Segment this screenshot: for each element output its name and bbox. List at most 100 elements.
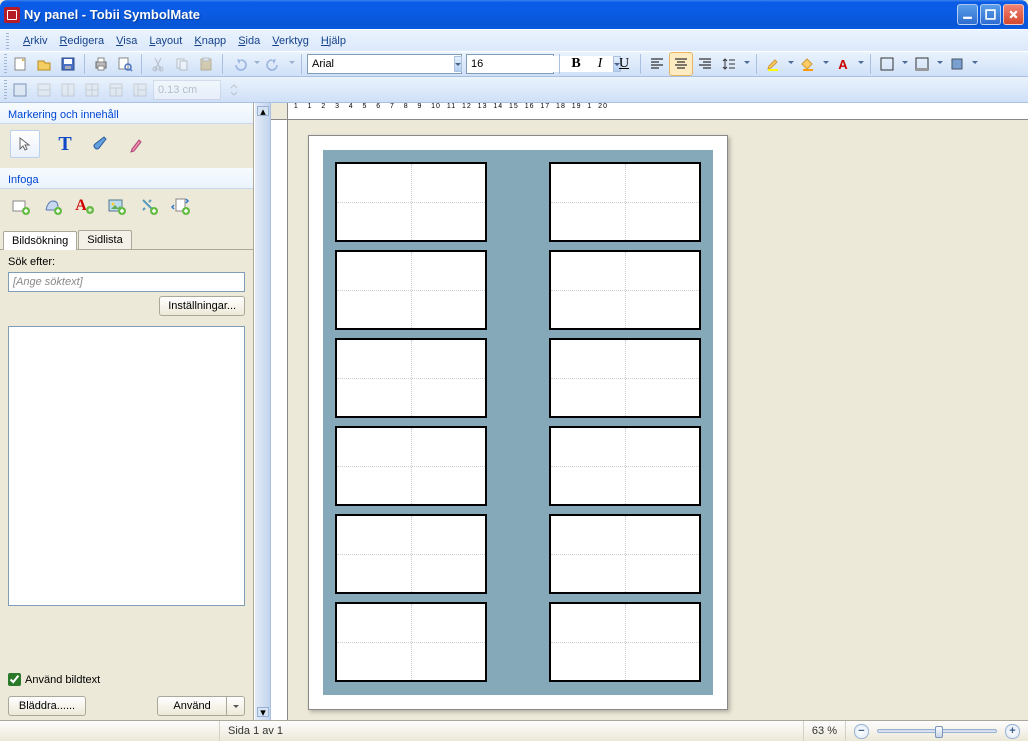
minimize-button[interactable] (957, 4, 978, 25)
line-spacing-dropdown[interactable] (742, 61, 751, 67)
tab-sidlista[interactable]: Sidlista (78, 230, 131, 249)
eyedropper-tool[interactable] (126, 133, 148, 155)
align-right-button[interactable] (694, 53, 716, 75)
menu-hjalp[interactable]: Hjälp (321, 35, 346, 47)
vertical-ruler[interactable] (271, 120, 288, 720)
apply-dropdown[interactable] (227, 696, 245, 716)
cell[interactable] (335, 338, 487, 418)
grid-one-row-button[interactable] (33, 79, 55, 101)
insert-image-tool[interactable] (106, 195, 128, 217)
insert-page-tool[interactable] (170, 195, 192, 217)
print-button[interactable] (90, 53, 112, 75)
menu-arkiv[interactable]: Arkiv (23, 35, 47, 47)
menu-layout[interactable]: Layout (149, 35, 182, 47)
search-input[interactable]: [Ange söktext] (8, 272, 245, 292)
cell[interactable] (549, 602, 701, 682)
tab-bildsokning[interactable]: Bildsökning (3, 231, 77, 250)
redo-button[interactable] (263, 53, 285, 75)
cell[interactable] (549, 426, 701, 506)
shape-fill-button[interactable] (946, 53, 968, 75)
cell[interactable] (549, 250, 701, 330)
menu-sida[interactable]: Sida (238, 35, 260, 47)
align-center-button[interactable] (670, 53, 692, 75)
text-tool[interactable]: T (54, 133, 76, 155)
grid-mixed-button[interactable] (105, 79, 127, 101)
highlight-button[interactable] (762, 53, 784, 75)
toolbar-grip[interactable] (4, 54, 7, 74)
redo-dropdown[interactable] (287, 61, 296, 67)
insert-shape-tool[interactable] (42, 195, 64, 217)
zoom-out-button[interactable]: − (854, 724, 869, 739)
border-button[interactable] (876, 53, 898, 75)
zoom-in-button[interactable]: + (1005, 724, 1020, 739)
menu-visa[interactable]: Visa (116, 35, 137, 47)
insert-link-tool[interactable] (138, 195, 160, 217)
search-results-box[interactable] (8, 326, 245, 606)
select-tool[interactable] (10, 130, 40, 158)
cell[interactable] (335, 426, 487, 506)
maximize-button[interactable] (980, 4, 1001, 25)
cell[interactable] (549, 338, 701, 418)
apply-split-button[interactable]: Använd (157, 696, 245, 716)
collapse-up-icon[interactable]: ▴ (257, 106, 269, 116)
cell[interactable] (335, 602, 487, 682)
line-spacing-button[interactable] (718, 53, 740, 75)
new-button[interactable] (9, 53, 31, 75)
grid-one-col-button[interactable] (57, 79, 79, 101)
grid-cross-button[interactable] (81, 79, 103, 101)
font-color-button[interactable]: A (832, 53, 854, 75)
panel-background[interactable] (323, 150, 713, 695)
undo-dropdown[interactable] (252, 61, 261, 67)
menu-redigera[interactable]: Redigera (59, 35, 104, 47)
shape-fill-dropdown[interactable] (970, 61, 979, 67)
insert-text-tool[interactable]: A (74, 195, 96, 217)
apply-button[interactable]: Använd (157, 696, 227, 716)
collapse-down-icon[interactable]: ▾ (257, 707, 269, 717)
border-dropdown[interactable] (900, 61, 909, 67)
cut-button[interactable] (147, 53, 169, 75)
font-family-combo[interactable] (307, 54, 462, 74)
zoom-slider[interactable] (877, 729, 997, 733)
open-button[interactable] (33, 53, 55, 75)
undo-button[interactable] (228, 53, 250, 75)
highlight-dropdown[interactable] (786, 61, 795, 67)
toolbar-grip[interactable] (6, 33, 9, 49)
dropdown-icon[interactable] (454, 56, 462, 72)
page[interactable] (308, 135, 728, 710)
browse-button[interactable]: Bläddra...... (8, 696, 86, 716)
cell[interactable] (549, 514, 701, 594)
font-color-dropdown[interactable] (856, 61, 865, 67)
copy-button[interactable] (171, 53, 193, 75)
insert-cell-tool[interactable] (10, 195, 32, 217)
border-color-dropdown[interactable] (935, 61, 944, 67)
cell[interactable] (335, 514, 487, 594)
spacing-stepper[interactable] (223, 79, 245, 101)
paste-button[interactable] (195, 53, 217, 75)
use-caption-input[interactable] (8, 673, 21, 686)
use-caption-checkbox[interactable]: Använd bildtext (8, 673, 245, 686)
canvas[interactable] (288, 120, 1028, 720)
settings-button[interactable]: Inställningar... (159, 296, 245, 316)
toolbar-grip[interactable] (4, 80, 7, 100)
save-button[interactable] (57, 53, 79, 75)
zoom-thumb[interactable] (935, 726, 943, 738)
font-size-combo[interactable] (466, 54, 554, 74)
italic-button[interactable]: I (589, 53, 611, 75)
menu-knapp[interactable]: Knapp (194, 35, 226, 47)
cell[interactable] (335, 250, 487, 330)
close-button[interactable] (1003, 4, 1024, 25)
brush-tool[interactable] (90, 133, 112, 155)
grid-one-button[interactable] (9, 79, 31, 101)
fill-color-button[interactable] (797, 53, 819, 75)
menu-verktyg[interactable]: Verktyg (272, 35, 309, 47)
fill-dropdown[interactable] (821, 61, 830, 67)
cell[interactable] (335, 162, 487, 242)
bold-button[interactable]: B (565, 53, 587, 75)
horizontal-ruler[interactable]: /*noop placeholder*/ 1 1 2 3 4 5 6 7 8 9… (288, 103, 1028, 120)
border-color-button[interactable] (911, 53, 933, 75)
print-preview-button[interactable] (114, 53, 136, 75)
cell[interactable] (549, 162, 701, 242)
font-family-input[interactable] (312, 56, 454, 72)
align-left-button[interactable] (646, 53, 668, 75)
underline-button[interactable]: U (613, 53, 635, 75)
